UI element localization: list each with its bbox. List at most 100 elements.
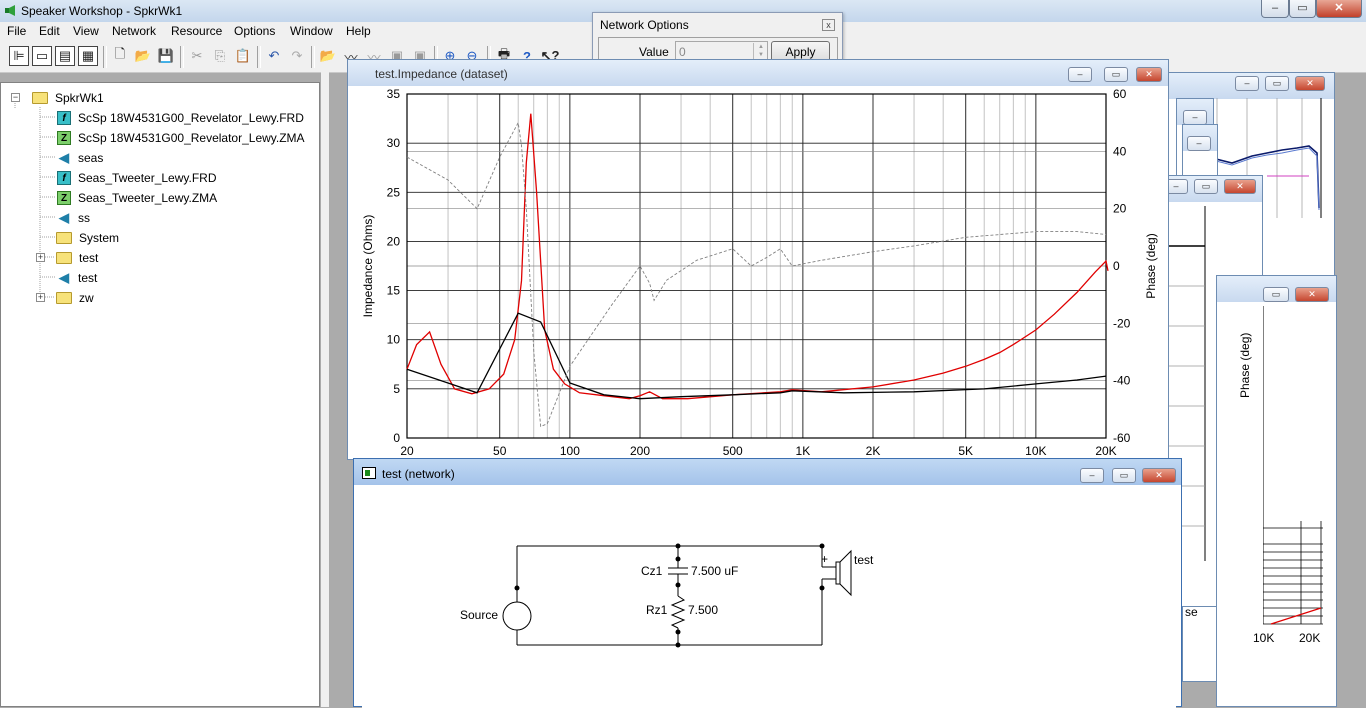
spin-down-icon[interactable]: ▼ [754, 51, 768, 59]
details-icon[interactable]: ▦ [78, 46, 98, 66]
tree-item[interactable]: Z ScSp 18W4531G00_Revelator_Lewy.ZMA [57, 129, 305, 147]
new-icon[interactable]: 🗋 [110, 46, 130, 66]
spin-up-icon[interactable]: ▲ [754, 43, 768, 51]
list-icon[interactable]: ▤ [55, 46, 75, 66]
menu-options[interactable]: Options [234, 24, 275, 38]
tree-item[interactable]: f ScSp 18W4531G00_Revelator_Lewy.FRD [57, 109, 304, 127]
tree-item[interactable]: Z Seas_Tweeter_Lewy.ZMA [57, 189, 217, 207]
small-icons-icon[interactable]: ▭ [32, 46, 52, 66]
tree-item[interactable]: ◀ seas [57, 149, 103, 167]
x-tick-label: 500 [723, 444, 743, 458]
tree-root-label: SpkrWk1 [55, 91, 104, 105]
tree-view-icon[interactable]: ⊫ [9, 46, 29, 66]
impedance-window-title: test.Impedance (dataset) [375, 67, 508, 81]
save-icon[interactable]: 💾 [156, 46, 176, 66]
toolbar-separator [257, 46, 261, 68]
y-tick-label: 0 [393, 431, 400, 445]
value-spinner[interactable]: ▲ ▼ [753, 43, 768, 60]
impedance-window[interactable]: test.Impedance (dataset) – ▭ ✕ 20 50 100 20… [347, 59, 1169, 460]
speaker-label: test [854, 553, 874, 567]
window-restore-button[interactable]: ▭ [1104, 67, 1128, 82]
window-restore-button[interactable]: ▭ [1194, 179, 1218, 194]
y2-tick-label: 20 [1113, 202, 1127, 216]
copy-icon[interactable]: ⎘ [210, 46, 230, 66]
menu-file[interactable]: File [7, 24, 26, 38]
close-button[interactable]: ✕ [1316, 0, 1362, 18]
menu-resource[interactable]: Resource [171, 24, 222, 38]
tree-expand-icon[interactable]: + [36, 293, 45, 302]
tree-collapse-icon[interactable]: − [11, 93, 20, 102]
open-dataset-icon[interactable]: 📂 [318, 46, 338, 66]
x-tick-label: 10K [1025, 444, 1046, 458]
tree-item-label: ScSp 18W4531G00_Revelator_Lewy.FRD [78, 111, 304, 125]
dialog-title: Network Options [600, 18, 689, 32]
folder-icon [56, 252, 72, 264]
window-close-button[interactable]: ✕ [1295, 287, 1329, 302]
redo-icon[interactable]: ↷ [287, 46, 307, 66]
window-minimize-button[interactable]: – [1187, 136, 1211, 151]
window-minimize-button[interactable]: – [1068, 67, 1092, 82]
menu-edit[interactable]: Edit [39, 24, 60, 38]
network-window-caption [354, 459, 1181, 485]
undo-icon[interactable]: ↶ [264, 46, 284, 66]
y2-tick-label: -40 [1113, 374, 1131, 388]
y2-tick-label: -60 [1113, 431, 1131, 445]
window-restore-button[interactable]: ▭ [1265, 76, 1289, 91]
tree-item[interactable]: ◀ ss [57, 209, 90, 227]
window-restore-button[interactable]: ▭ [1263, 287, 1289, 302]
open-icon[interactable]: 📂 [133, 46, 153, 66]
paste-icon[interactable]: 📋 [233, 46, 253, 66]
dialog-close-button[interactable]: x [822, 19, 835, 31]
network-window[interactable]: test (network) – ▭ ✕ Source Cz1 7.500 uF… [353, 458, 1182, 708]
speaker-label-partial: se [1185, 605, 1198, 619]
network-schematic: Source Cz1 7.500 uF Rz1 7.500 + test [362, 489, 1176, 708]
speaker-icon: ◀ [59, 210, 69, 225]
window-minimize-button[interactable]: – [1235, 76, 1259, 91]
toolbar-separator [180, 46, 184, 68]
background-chart [1263, 306, 1323, 625]
window-close-button[interactable]: ✕ [1136, 67, 1162, 82]
tree-item-label: test [78, 271, 98, 285]
window-minimize-button[interactable]: – [1080, 468, 1104, 483]
maximize-button[interactable]: ▭ [1289, 0, 1316, 18]
menu-view[interactable]: View [73, 24, 99, 38]
network-window-icon [362, 467, 376, 479]
toolbar-separator [103, 46, 107, 68]
tree-item-label: System [79, 231, 120, 245]
y2-axis-label: Phase (deg) [1144, 233, 1158, 298]
x-tick-label: 20K [1095, 444, 1116, 458]
cut-icon[interactable]: ✂ [187, 46, 207, 66]
x-tick-label: 5K [958, 444, 973, 458]
minimize-button[interactable]: – [1261, 0, 1289, 18]
background-window[interactable]: ▭ ✕ Phase (deg) 10K 20K [1216, 275, 1337, 707]
window-close-button[interactable]: ✕ [1295, 76, 1325, 91]
y-tick-label: 35 [387, 87, 401, 101]
tree-item-label: test [79, 251, 99, 265]
y-tick-label: 20 [387, 234, 401, 248]
window-close-button[interactable]: ✕ [1142, 468, 1176, 483]
tree-item[interactable]: test [56, 249, 98, 267]
window-minimize-button[interactable]: – [1183, 110, 1207, 125]
tree-root[interactable]: SpkrWk1 [32, 89, 104, 107]
app-speaker-icon [5, 5, 15, 16]
x-tick-label: 100 [560, 444, 580, 458]
tree-item[interactable]: System [56, 229, 119, 247]
y2-tick-label: 40 [1113, 144, 1127, 158]
tree-item[interactable]: zw [56, 289, 94, 307]
tree-item[interactable]: f Seas_Tweeter_Lewy.FRD [57, 169, 217, 187]
menu-network[interactable]: Network [112, 24, 156, 38]
window-close-button[interactable]: ✕ [1224, 179, 1256, 194]
panel-splitter[interactable] [321, 72, 329, 707]
menu-window[interactable]: Window [290, 24, 333, 38]
schematic-drawing [502, 543, 852, 648]
window-restore-button[interactable]: ▭ [1112, 468, 1136, 483]
zma-file-icon: Z [57, 191, 71, 205]
tree-expand-icon[interactable]: + [36, 253, 45, 262]
chart-series-1 [406, 312, 1107, 400]
resistor-label: Rz1 [646, 603, 668, 617]
menu-help[interactable]: Help [346, 24, 371, 38]
y2-tick-label: -20 [1113, 316, 1131, 330]
tree-item[interactable]: ◀ test [57, 269, 97, 287]
tree-item-label: zw [79, 291, 94, 305]
speaker-plus-sign: + [821, 552, 829, 566]
